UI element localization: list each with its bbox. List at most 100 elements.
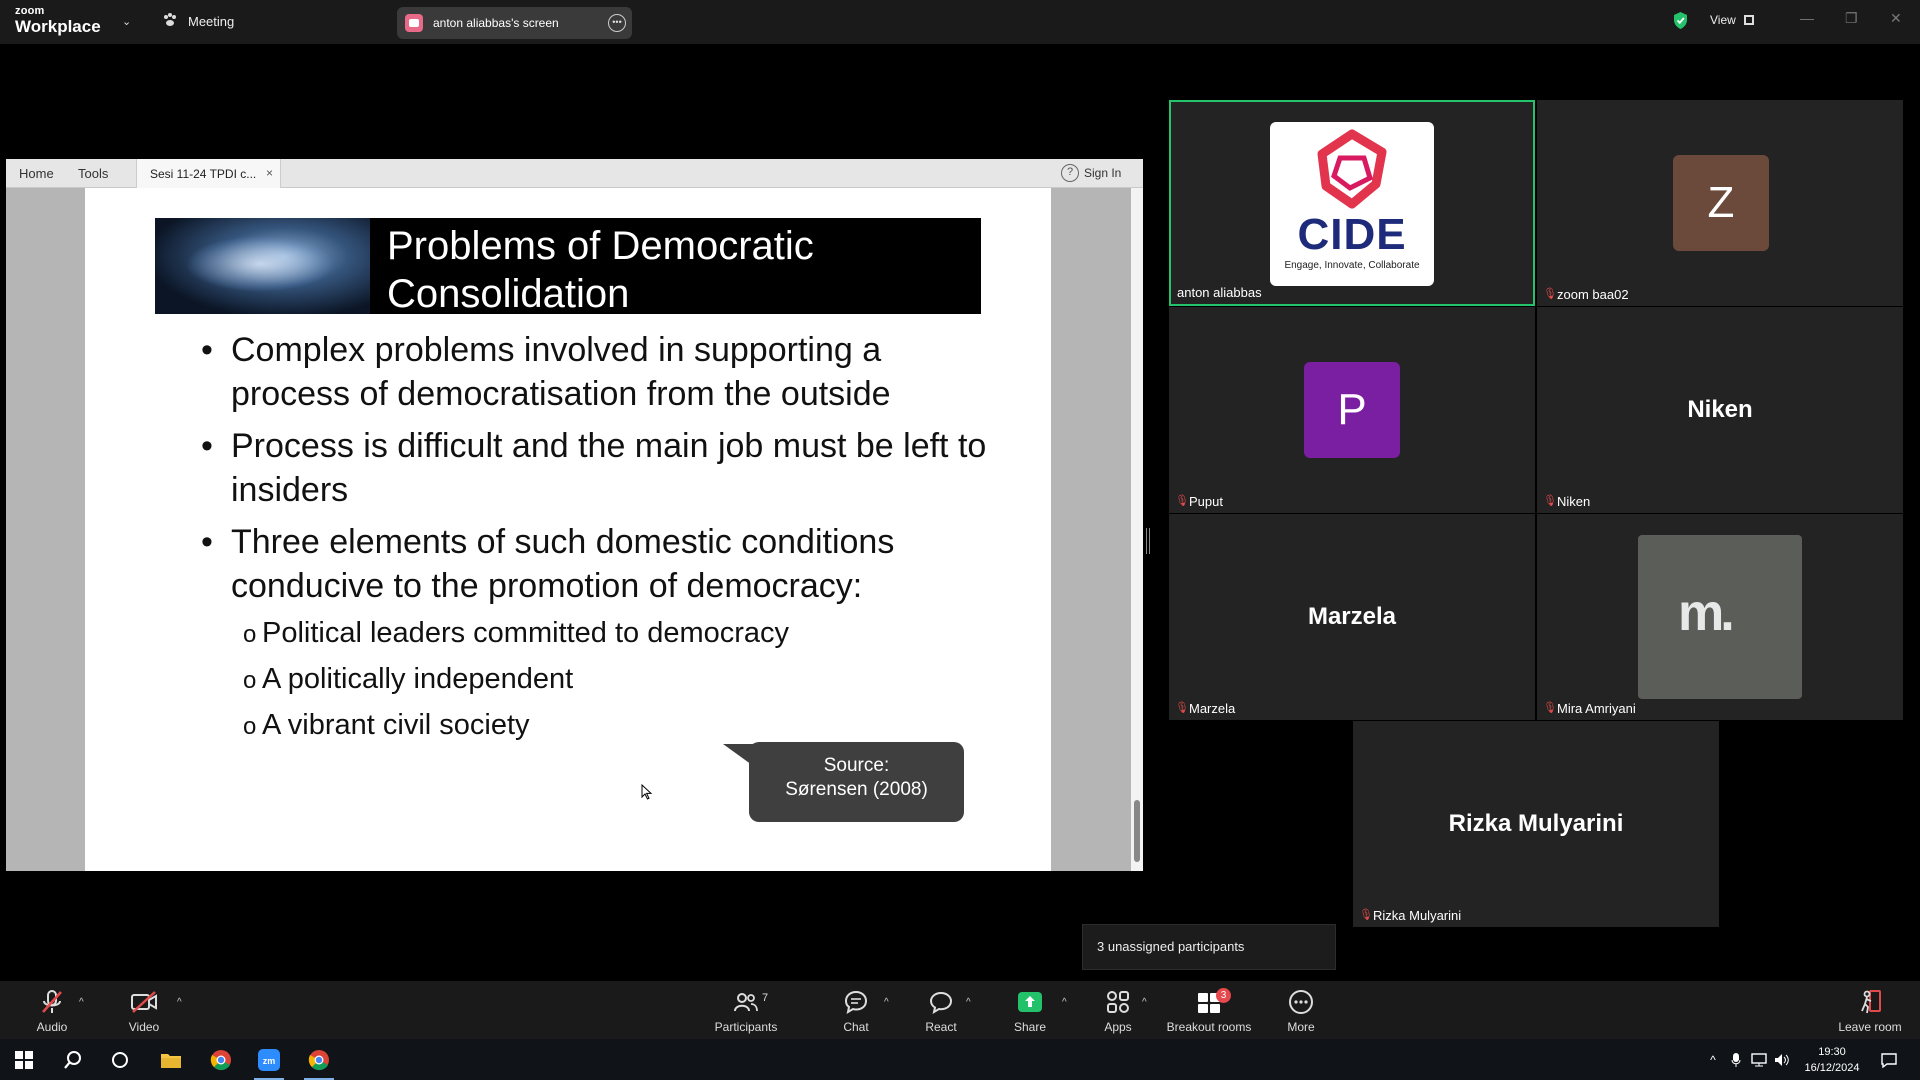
sign-in-link[interactable]: Sign In	[1084, 166, 1121, 180]
zoom-app-icon[interactable]: zm	[254, 1039, 284, 1080]
breakout-rooms-badge: 3	[1216, 988, 1231, 1003]
close-tab-icon[interactable]: ×	[266, 166, 273, 180]
participant-tile[interactable]: CIDE Engage, Innovate, Collaborate anton…	[1169, 100, 1535, 306]
minimize-icon[interactable]: —	[1800, 10, 1814, 26]
participant-name: 🎙 Puput	[1175, 494, 1223, 509]
react-options-caret-icon[interactable]: ^	[966, 997, 971, 1008]
source-callout: Source: Sørensen (2008)	[749, 742, 964, 822]
view-button[interactable]: View	[1710, 13, 1754, 27]
chat-options-caret-icon[interactable]: ^	[884, 997, 889, 1008]
participant-tile[interactable]: Rizka Mulyarini 🎙 Rizka Mulyarini	[1353, 721, 1719, 927]
avatar: Z	[1673, 155, 1769, 251]
participant-name-text: zoom baa02	[1557, 287, 1629, 302]
microphone-tray-icon[interactable]	[1727, 1039, 1745, 1080]
restore-icon[interactable]: ❐	[1845, 10, 1858, 27]
avatar: P	[1304, 362, 1400, 458]
clock-time: 19:30	[1818, 1046, 1846, 1058]
callout-line-2: Sørensen (2008)	[785, 779, 928, 800]
resize-handle[interactable]	[1146, 528, 1150, 554]
participant-tile[interactable]: Z 🎙 zoom baa02	[1537, 100, 1903, 306]
muted-microphone-icon	[39, 989, 65, 1015]
muted-mic-icon: 🎙	[1543, 288, 1557, 300]
participant-name: 🎙 Niken	[1543, 494, 1590, 509]
audio-options-caret-icon[interactable]: ^	[79, 997, 84, 1008]
vertical-scrollbar[interactable]	[1131, 188, 1143, 871]
participant-name: 🎙 zoom baa02	[1543, 287, 1629, 302]
windows-start-icon[interactable]	[10, 1039, 38, 1080]
help-icon[interactable]: ?	[1061, 164, 1079, 182]
network-icon[interactable]	[1749, 1039, 1769, 1080]
system-clock[interactable]: 19:30 16/12/2024	[1802, 1044, 1862, 1076]
slide-title: Problems of Democratic Consolidation	[387, 224, 814, 314]
muted-mic-icon: 🎙	[1175, 495, 1189, 507]
video-button[interactable]: Video	[99, 981, 189, 1039]
participant-name-text: Marzela	[1189, 701, 1236, 716]
video-options-caret-icon[interactable]: ^	[177, 997, 182, 1008]
notifications-icon[interactable]	[1878, 1039, 1900, 1080]
muted-mic-icon: 🎙	[1543, 702, 1557, 714]
home-tab[interactable]: Home	[19, 166, 54, 181]
slide-bullets: Complex problems involved in supporting …	[201, 328, 991, 754]
participant-tile[interactable]: Niken 🎙 Niken	[1537, 307, 1903, 513]
audio-button[interactable]: Audio	[7, 981, 97, 1039]
share-options-caret-icon[interactable]: ^	[1062, 997, 1067, 1008]
participant-name-text: Niken	[1557, 494, 1591, 509]
cide-logo-text: CIDE	[1297, 210, 1407, 259]
bullet-item: Process is difficult and the main job mu…	[201, 424, 991, 512]
breakout-rooms-button[interactable]: 3 Breakout rooms	[1164, 981, 1254, 1039]
meeting-toolbar: Audio ^ Video ^ 7 Participants Chat ^ Re…	[0, 981, 1920, 1039]
share-button[interactable]: Share	[985, 981, 1075, 1039]
chrome-icon[interactable]	[206, 1039, 236, 1080]
react-button[interactable]: React	[896, 981, 986, 1039]
document-tab[interactable]: Sesi 11-24 TPDI c... ×	[136, 159, 281, 188]
apps-button[interactable]: Apps	[1073, 981, 1163, 1039]
task-view-icon[interactable]	[106, 1039, 134, 1080]
participant-name: anton aliabbas	[1177, 285, 1262, 300]
profile-logo: m.	[1638, 535, 1802, 699]
participant-name-text: anton aliabbas	[1177, 285, 1262, 300]
participants-count: 7	[762, 992, 769, 1004]
windows-taskbar: zm ^ 19:30 16/12/2024	[0, 1039, 1920, 1080]
heart-icon	[928, 989, 954, 1015]
scrollbar-thumb[interactable]	[1134, 800, 1140, 862]
sub-bullet-item: Political leaders committed to democracy	[201, 616, 991, 652]
file-explorer-icon[interactable]	[156, 1039, 186, 1080]
chevron-down-icon[interactable]: ⌄	[122, 15, 131, 28]
leave-room-icon	[1857, 989, 1883, 1015]
tools-tab[interactable]: Tools	[78, 166, 108, 181]
participant-tile[interactable]: P 🎙 Puput	[1169, 307, 1535, 513]
bullet-item: Complex problems involved in supporting …	[201, 328, 991, 416]
chrome-profile-icon[interactable]	[304, 1039, 334, 1080]
participant-tile[interactable]: Marzela 🎙 Marzela	[1169, 514, 1535, 720]
security-shield-icon[interactable]	[1672, 11, 1689, 35]
chat-label: Chat	[843, 1020, 869, 1034]
pdf-page: Problems of Democratic Consolidation Com…	[85, 188, 1051, 871]
callout-line-1: Source:	[823, 755, 890, 776]
leave-room-button[interactable]: Leave room	[1825, 981, 1915, 1039]
close-icon[interactable]: ✕	[1890, 10, 1902, 27]
react-label: React	[925, 1020, 957, 1034]
tray-chevron-icon[interactable]: ^	[1704, 1039, 1722, 1080]
muted-mic-icon: 🎙	[1359, 909, 1373, 921]
more-options-icon[interactable]: •••	[608, 14, 626, 32]
participant-display-name: Marzela	[1307, 603, 1397, 630]
chat-button[interactable]: Chat	[811, 981, 901, 1039]
video-label: Video	[128, 1020, 160, 1034]
search-icon[interactable]	[58, 1039, 88, 1080]
sub-bullet-item: A politically independent	[201, 662, 991, 698]
more-button[interactable]: More	[1256, 981, 1346, 1039]
paw-icon	[162, 12, 178, 31]
meeting-tab[interactable]: Meeting	[162, 12, 234, 31]
svg-text:zm: zm	[263, 1056, 276, 1066]
meeting-label: Meeting	[188, 14, 235, 29]
brand-workplace-text: Workplace	[15, 17, 101, 36]
apps-options-caret-icon[interactable]: ^	[1142, 997, 1147, 1008]
participants-button[interactable]: 7 Participants	[701, 981, 791, 1039]
video-off-icon	[130, 989, 158, 1015]
share-screen-icon	[1017, 989, 1043, 1015]
title-bar: zoom Workplace ⌄ Meeting anton aliabbas'…	[0, 0, 1920, 44]
volume-icon[interactable]	[1772, 1039, 1792, 1080]
zoom-workplace-logo[interactable]: zoom Workplace	[15, 6, 101, 36]
participant-tile[interactable]: m. 🎙 Mira Amriyani	[1537, 514, 1903, 720]
screen-share-tab[interactable]: anton aliabbas's screen •••	[397, 7, 632, 39]
